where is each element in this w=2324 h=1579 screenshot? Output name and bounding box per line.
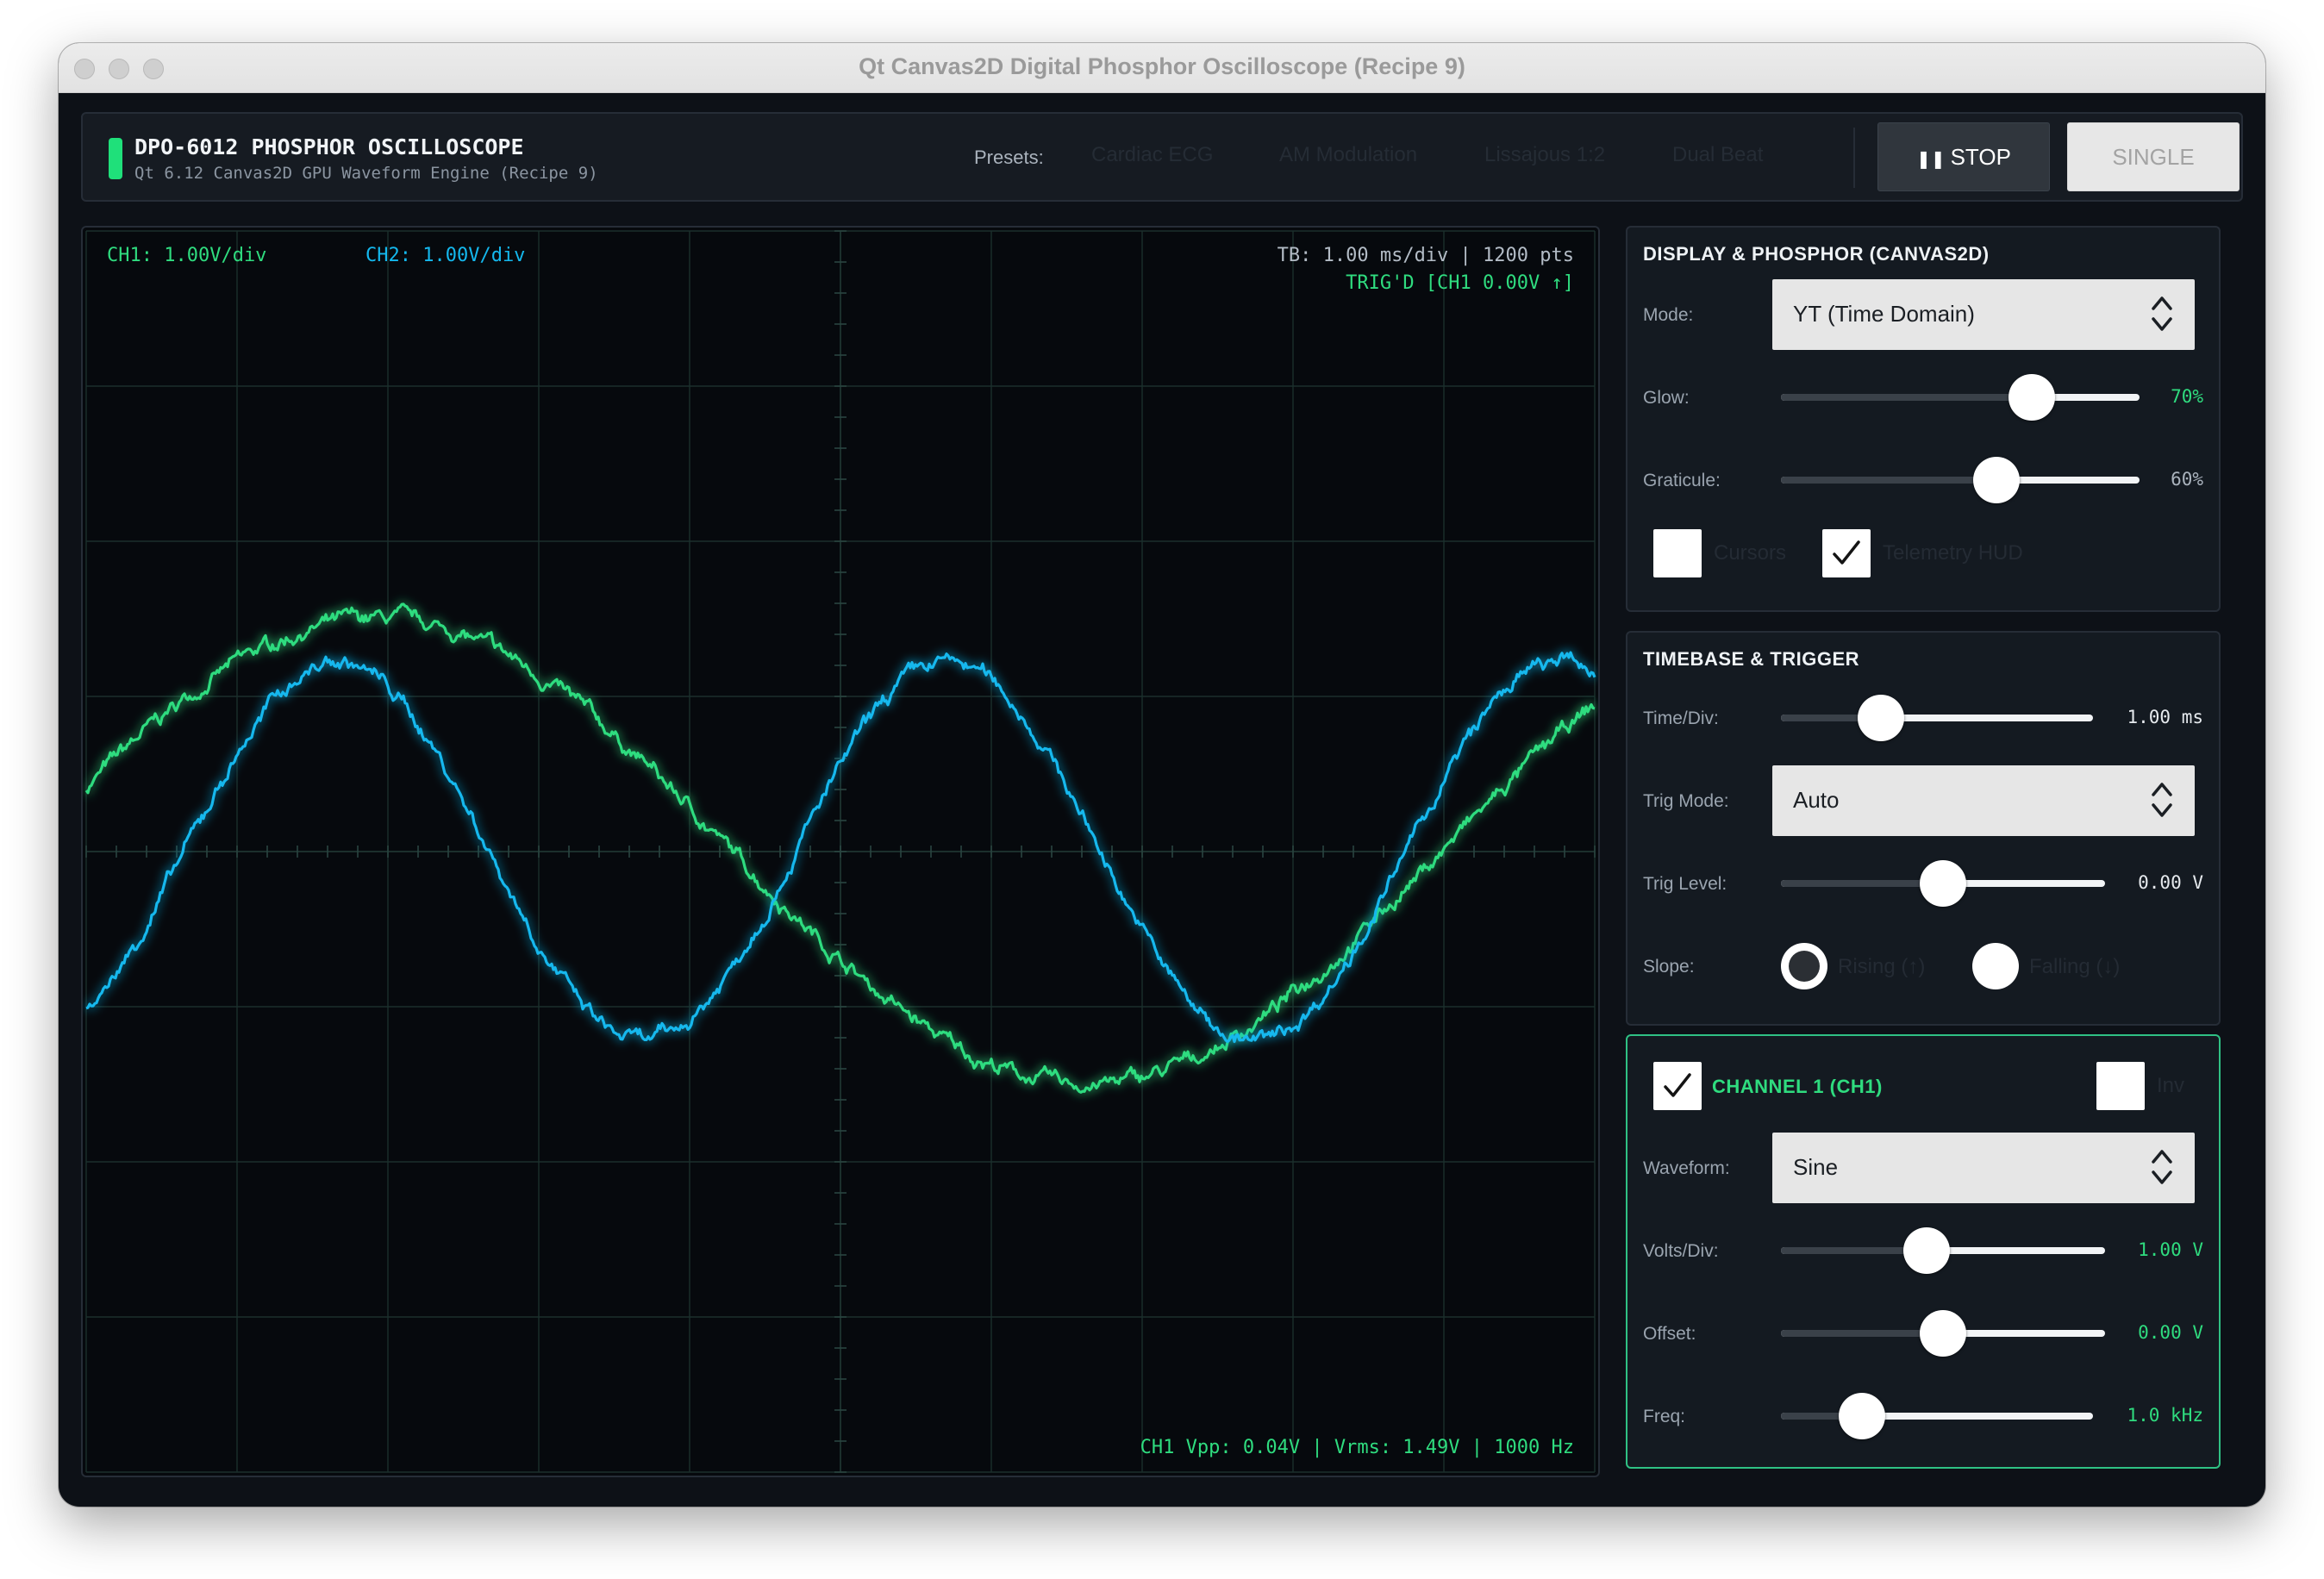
mode-value: YT (Time Domain): [1793, 301, 1975, 327]
slider-fill: [1781, 1330, 1943, 1337]
telemetry-hud-label: Telemetry HUD: [1883, 541, 2023, 565]
waveform-label: Waveform:: [1643, 1158, 1730, 1178]
updown-chevron-icon: [2152, 1150, 2172, 1184]
freq-label: Freq:: [1643, 1407, 1686, 1426]
slider-fill: [1781, 394, 2033, 401]
updown-chevron-icon: [2152, 296, 2172, 331]
offset-label: Offset:: [1643, 1324, 1696, 1344]
timebase-trigger-panel: TIMEBASE & TRIGGER Time/Div: 1.00 ms Tri…: [1626, 631, 2221, 1026]
slider-thumb[interactable]: [1920, 1310, 1966, 1357]
stop-button[interactable]: ❚❚ STOP: [1877, 122, 2050, 191]
display-phosphor-title: DISPLAY & PHOSPHOR (CANVAS2D): [1643, 243, 1990, 265]
trigger-status-readout: TRIG'D [CH1 0.00V ↑]: [1346, 272, 1574, 294]
updown-chevron-icon: [2152, 783, 2172, 817]
voltsdiv-value: 1.00 V: [2138, 1239, 2203, 1260]
graticule: [85, 230, 1596, 1473]
single-button[interactable]: SINGLE: [2067, 122, 2240, 191]
timediv-value: 1.00 ms: [2127, 707, 2203, 727]
trigmode-value: Auto: [1793, 787, 1840, 813]
timediv-slider[interactable]: [1781, 695, 2093, 741]
pause-icon: ❚❚: [1916, 149, 1946, 169]
measurement-readout: CH1 Vpp: 0.04V | Vrms: 1.49V | 1000 Hz: [1140, 1437, 1574, 1458]
slider-fill: [1781, 477, 1996, 484]
instrument-name: DPO-6012 PHOSPHOR OSCILLOSCOPE: [134, 134, 524, 159]
ch1-invert-checkbox[interactable]: [2096, 1062, 2145, 1110]
status-led-icon: [109, 138, 122, 179]
triglevel-label: Trig Level:: [1643, 874, 1727, 894]
offset-value: 0.00 V: [2138, 1322, 2203, 1343]
waveform-value: Sine: [1793, 1154, 1839, 1180]
window-title: Qt Canvas2D Digital Phosphor Oscilloscop…: [859, 53, 1465, 79]
glow-slider[interactable]: [1781, 374, 2140, 421]
trigmode-select[interactable]: Auto: [1772, 765, 2195, 836]
preset-dual-beat-button[interactable]: Dual Beat: [1672, 143, 1763, 167]
timediv-label: Time/Div:: [1643, 708, 1719, 728]
slider-thumb[interactable]: [1903, 1227, 1951, 1274]
header-bar: DPO-6012 PHOSPHOR OSCILLOSCOPE Qt 6.12 C…: [81, 112, 2243, 202]
checkmark-icon: [1833, 540, 1860, 565]
presets-label: Presets:: [974, 147, 1044, 168]
waveform-canvas[interactable]: [83, 228, 1598, 1476]
voltsdiv-slider[interactable]: [1781, 1227, 2105, 1274]
instrument-subtitle: Qt 6.12 Canvas2D GPU Waveform Engine (Re…: [134, 164, 598, 183]
offset-slider[interactable]: [1781, 1310, 2105, 1357]
mode-select[interactable]: YT (Time Domain): [1772, 279, 2195, 350]
telemetry-hud-checkbox[interactable]: [1822, 529, 1871, 577]
slider-thumb[interactable]: [1920, 860, 1966, 907]
channel1-title: CHANNEL 1 (CH1): [1712, 1076, 1883, 1097]
timebase-trigger-title: TIMEBASE & TRIGGER: [1643, 648, 1860, 670]
ch1-enable-checkbox[interactable]: [1653, 1062, 1702, 1110]
voltsdiv-label: Volts/Div:: [1643, 1241, 1719, 1261]
slope-label: Slope:: [1643, 957, 1695, 977]
checkmark-icon: [1664, 1073, 1691, 1097]
glow-label: Glow:: [1643, 388, 1690, 408]
slider-fill: [1781, 880, 1943, 887]
graticule-slider[interactable]: [1781, 457, 2140, 503]
header-divider: [1853, 128, 1855, 188]
scope-display[interactable]: CH1: 1.00V/div CH2: 1.00V/div TB: 1.00 m…: [81, 226, 1600, 1477]
slider-thumb[interactable]: [1972, 457, 2020, 503]
graticule-label: Graticule:: [1643, 471, 1721, 490]
radio-selected-dot: [1789, 951, 1820, 982]
cursors-checkbox[interactable]: [1653, 529, 1702, 577]
channel1-panel: CHANNEL 1 (CH1) Inv Waveform: Sine Volts…: [1626, 1034, 2221, 1469]
preset-am-modulation-button[interactable]: AM Modulation: [1279, 143, 1417, 167]
stop-button-label: STOP: [1950, 143, 2011, 170]
glow-value: 70%: [2171, 386, 2203, 407]
app-window: Qt Canvas2D Digital Phosphor Oscilloscop…: [59, 43, 2265, 1507]
graticule-value: 60%: [2171, 469, 2203, 490]
ch1-scale-readout: CH1: 1.00V/div: [107, 245, 267, 266]
display-phosphor-panel: DISPLAY & PHOSPHOR (CANVAS2D) Mode: YT (…: [1626, 226, 2221, 612]
preset-cardiac-ecg-button[interactable]: Cardiac ECG: [1091, 143, 1213, 167]
timebase-readout: TB: 1.00 ms/div | 1200 pts: [1277, 245, 1574, 266]
slider-thumb[interactable]: [1857, 695, 1904, 741]
trigmode-label: Trig Mode:: [1643, 791, 1729, 811]
slope-falling-radio[interactable]: [1972, 943, 2019, 989]
slider-thumb[interactable]: [1839, 1393, 1886, 1439]
freq-value: 1.0 kHz: [2127, 1405, 2203, 1426]
triglevel-value: 0.00 V: [2138, 872, 2203, 893]
slope-falling-label: Falling (↓): [2029, 955, 2121, 978]
slider-thumb[interactable]: [2009, 374, 2056, 421]
waveform-select[interactable]: Sine: [1772, 1133, 2195, 1203]
ch2-scale-readout: CH2: 1.00V/div: [365, 245, 526, 266]
ch1-invert-label: Inv: [2157, 1074, 2185, 1097]
preset-lissajous-button[interactable]: Lissajous 1:2: [1484, 143, 1605, 167]
triglevel-slider[interactable]: [1781, 860, 2105, 907]
mode-label: Mode:: [1643, 305, 1694, 325]
title-bar: Qt Canvas2D Digital Phosphor Oscilloscop…: [59, 43, 2265, 93]
cursors-label: Cursors: [1714, 541, 1787, 565]
slope-rising-label: Rising (↑): [1838, 955, 1926, 978]
slope-rising-radio[interactable]: [1781, 943, 1827, 989]
freq-slider[interactable]: [1781, 1393, 2093, 1439]
